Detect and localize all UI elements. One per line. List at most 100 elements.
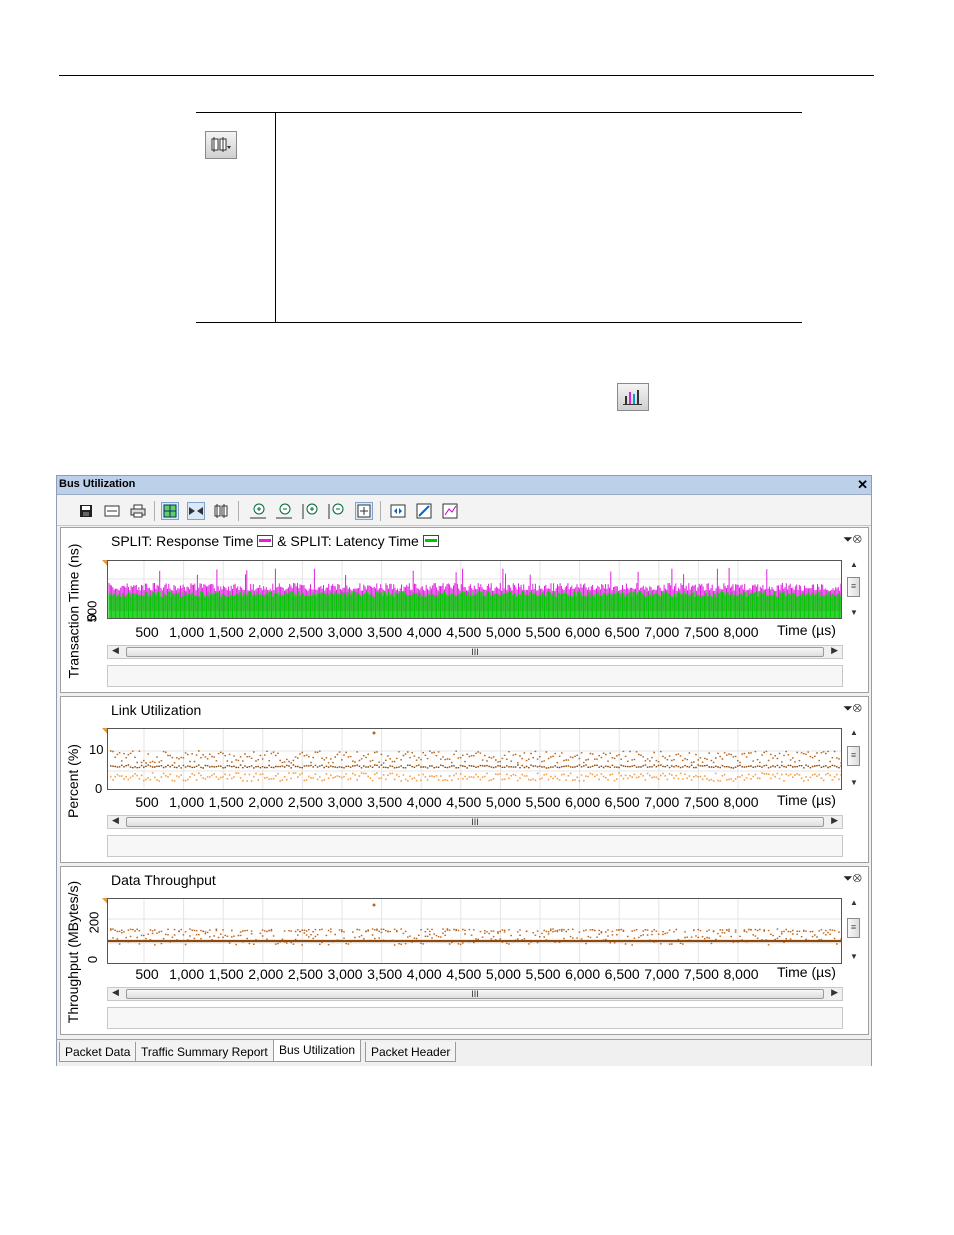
panel-3-title: Data Throughput — [111, 872, 216, 888]
toolbar — [57, 495, 871, 526]
xtick-label: 7,000 — [644, 624, 680, 640]
page-rule — [59, 75, 874, 76]
panel-1-title: SPLIT: Response Time & SPLIT: Latency Ti… — [111, 533, 439, 549]
xtick-label: 4,500 — [446, 794, 482, 810]
panel-2-title: Link Utilization — [111, 702, 202, 718]
xtick-label: 3,000 — [327, 794, 363, 810]
xtick-label: 4,000 — [406, 966, 442, 982]
xtick-label: 5,500 — [525, 794, 561, 810]
xtick-label: 7,000 — [644, 794, 680, 810]
zoom-out-horizontal-icon[interactable] — [275, 502, 293, 520]
xtick-label: 2,500 — [287, 966, 323, 982]
panel-2-xtitle: Time (µs) — [777, 792, 836, 808]
xtick-label: 1,500 — [208, 966, 244, 982]
xtick-label: 8,000 — [723, 966, 759, 982]
xtick-label: 5,000 — [485, 794, 521, 810]
xtick-label: 8,000 — [723, 794, 759, 810]
panel-1-hscroll[interactable]: ◀ III ▶ — [107, 645, 843, 659]
xtick-label: 4,000 — [406, 624, 442, 640]
xtick-label: 2,500 — [287, 624, 323, 640]
xtick-label: 6,500 — [604, 794, 640, 810]
link-utilization-panel: Percent (%) Link Utilization ⏷⊗ 10 0 500… — [60, 696, 869, 863]
configure-icon — [205, 131, 237, 159]
panel-1-vscroll[interactable]: ▲ ≡ ▼ — [846, 560, 862, 620]
panel-2-hscroll[interactable]: ◀ III ▶ — [107, 815, 843, 829]
xtick-label: 2,000 — [248, 794, 284, 810]
bottom-tabs: Packet Data Traffic Summary Report Bus U… — [57, 1039, 871, 1066]
xtick-label: 3,500 — [367, 966, 403, 982]
ytick: 10 — [89, 742, 104, 757]
panel-3-ylabel: Throughput (MBytes/s) — [65, 880, 82, 1023]
close-icon[interactable]: ✕ — [857, 477, 868, 493]
expand-icon[interactable] — [415, 502, 433, 520]
utilization-mid-series — [110, 764, 841, 769]
data-throughput-plot[interactable] — [107, 898, 842, 964]
xtick-label: 6,500 — [604, 624, 640, 640]
xtick-label: 5,500 — [525, 624, 561, 640]
xtick-label: 6,000 — [565, 624, 601, 640]
response-time-plot[interactable] — [107, 560, 842, 619]
xtick-label: 2,000 — [248, 966, 284, 982]
response-time-panel: Transaction Time (ns) SPLIT: Response Ti… — [60, 527, 869, 693]
data-throughput-panel: Throughput (MBytes/s) Data Throughput ⏷⊗… — [60, 866, 869, 1035]
xtick-label: 2,500 — [287, 794, 323, 810]
throughput-outlier — [372, 903, 376, 907]
panel-2-vscroll[interactable]: ▲ ≡ ▼ — [846, 728, 862, 790]
xtick-label: 500 — [135, 966, 159, 982]
xtick-label: 3,500 — [367, 624, 403, 640]
tab-packet-header[interactable]: Packet Header — [365, 1042, 457, 1062]
bus-utilization-window: Bus Utilization ✕ Transaction Time (ns) … — [56, 475, 872, 1066]
zoom-in-vertical-icon[interactable] — [301, 502, 319, 520]
print-icon[interactable] — [129, 502, 147, 520]
panel-3-vscroll[interactable]: ▲ ≡ ▼ — [846, 898, 862, 964]
align-icon[interactable] — [187, 502, 205, 520]
panel-1-ylabel: Transaction Time (ns) — [65, 543, 82, 679]
tab-traffic-summary-report[interactable]: Traffic Summary Report — [135, 1042, 274, 1062]
link-utilization-plot[interactable] — [107, 728, 842, 790]
xtick-label: 7,000 — [644, 966, 680, 982]
xtick-label: 1,000 — [169, 966, 205, 982]
xtick-label: 500 — [135, 624, 159, 640]
save-icon[interactable] — [77, 502, 95, 520]
utilization-low-series — [110, 772, 841, 782]
panel-3-hscroll[interactable]: ◀ III ▶ — [107, 987, 843, 1001]
zoom-in-horizontal-icon[interactable] — [249, 502, 267, 520]
bus-utilization-chart-icon — [617, 383, 649, 411]
xtick-label: 3,000 — [327, 966, 363, 982]
card-icon[interactable] — [103, 502, 121, 520]
ytick: 0 — [85, 955, 101, 964]
panel-3-xtitle: Time (µs) — [777, 964, 836, 980]
latency-time-series — [108, 591, 841, 618]
panel-3-controls[interactable]: ⏷⊗ — [843, 871, 862, 886]
xtick-label: 8,000 — [723, 624, 759, 640]
xtick-label: 4,000 — [406, 794, 442, 810]
utilization-outlier — [372, 731, 376, 735]
tab-bus-utilization[interactable]: Bus Utilization — [273, 1040, 362, 1062]
xtick-label: 2,000 — [248, 624, 284, 640]
fit-icon[interactable] — [389, 502, 407, 520]
xtick-label: 6,500 — [604, 966, 640, 982]
panel-2-controls[interactable]: ⏷⊗ — [843, 701, 862, 716]
doc-table — [196, 112, 802, 323]
xtick-label: 4,500 — [446, 624, 482, 640]
crosshair-icon[interactable] — [355, 502, 373, 520]
panel-1-controls[interactable]: ⏷⊗ — [843, 532, 862, 547]
zoom-out-vertical-icon[interactable] — [327, 502, 345, 520]
xtick-label: 5,500 — [525, 966, 561, 982]
xtick-label: 7,500 — [683, 624, 719, 640]
chart-edit-icon[interactable] — [441, 502, 459, 520]
grid-icon[interactable] — [161, 502, 179, 520]
response-legend-swatch — [257, 535, 274, 547]
tab-packet-data[interactable]: Packet Data — [59, 1042, 137, 1062]
xtick-label: 1,000 — [169, 624, 205, 640]
config-icon[interactable] — [213, 502, 231, 520]
xtick-label: 5,000 — [485, 966, 521, 982]
window-titlebar: Bus Utilization ✕ — [57, 476, 871, 495]
xtick-label: 1,500 — [208, 624, 244, 640]
panel-1-info — [107, 665, 843, 687]
xtick-label: 500 — [135, 794, 159, 810]
utilization-high-series — [110, 750, 841, 764]
xtick-label: 7,500 — [683, 966, 719, 982]
xtick-label: 5,000 — [485, 624, 521, 640]
ytick: 200 — [86, 911, 102, 934]
